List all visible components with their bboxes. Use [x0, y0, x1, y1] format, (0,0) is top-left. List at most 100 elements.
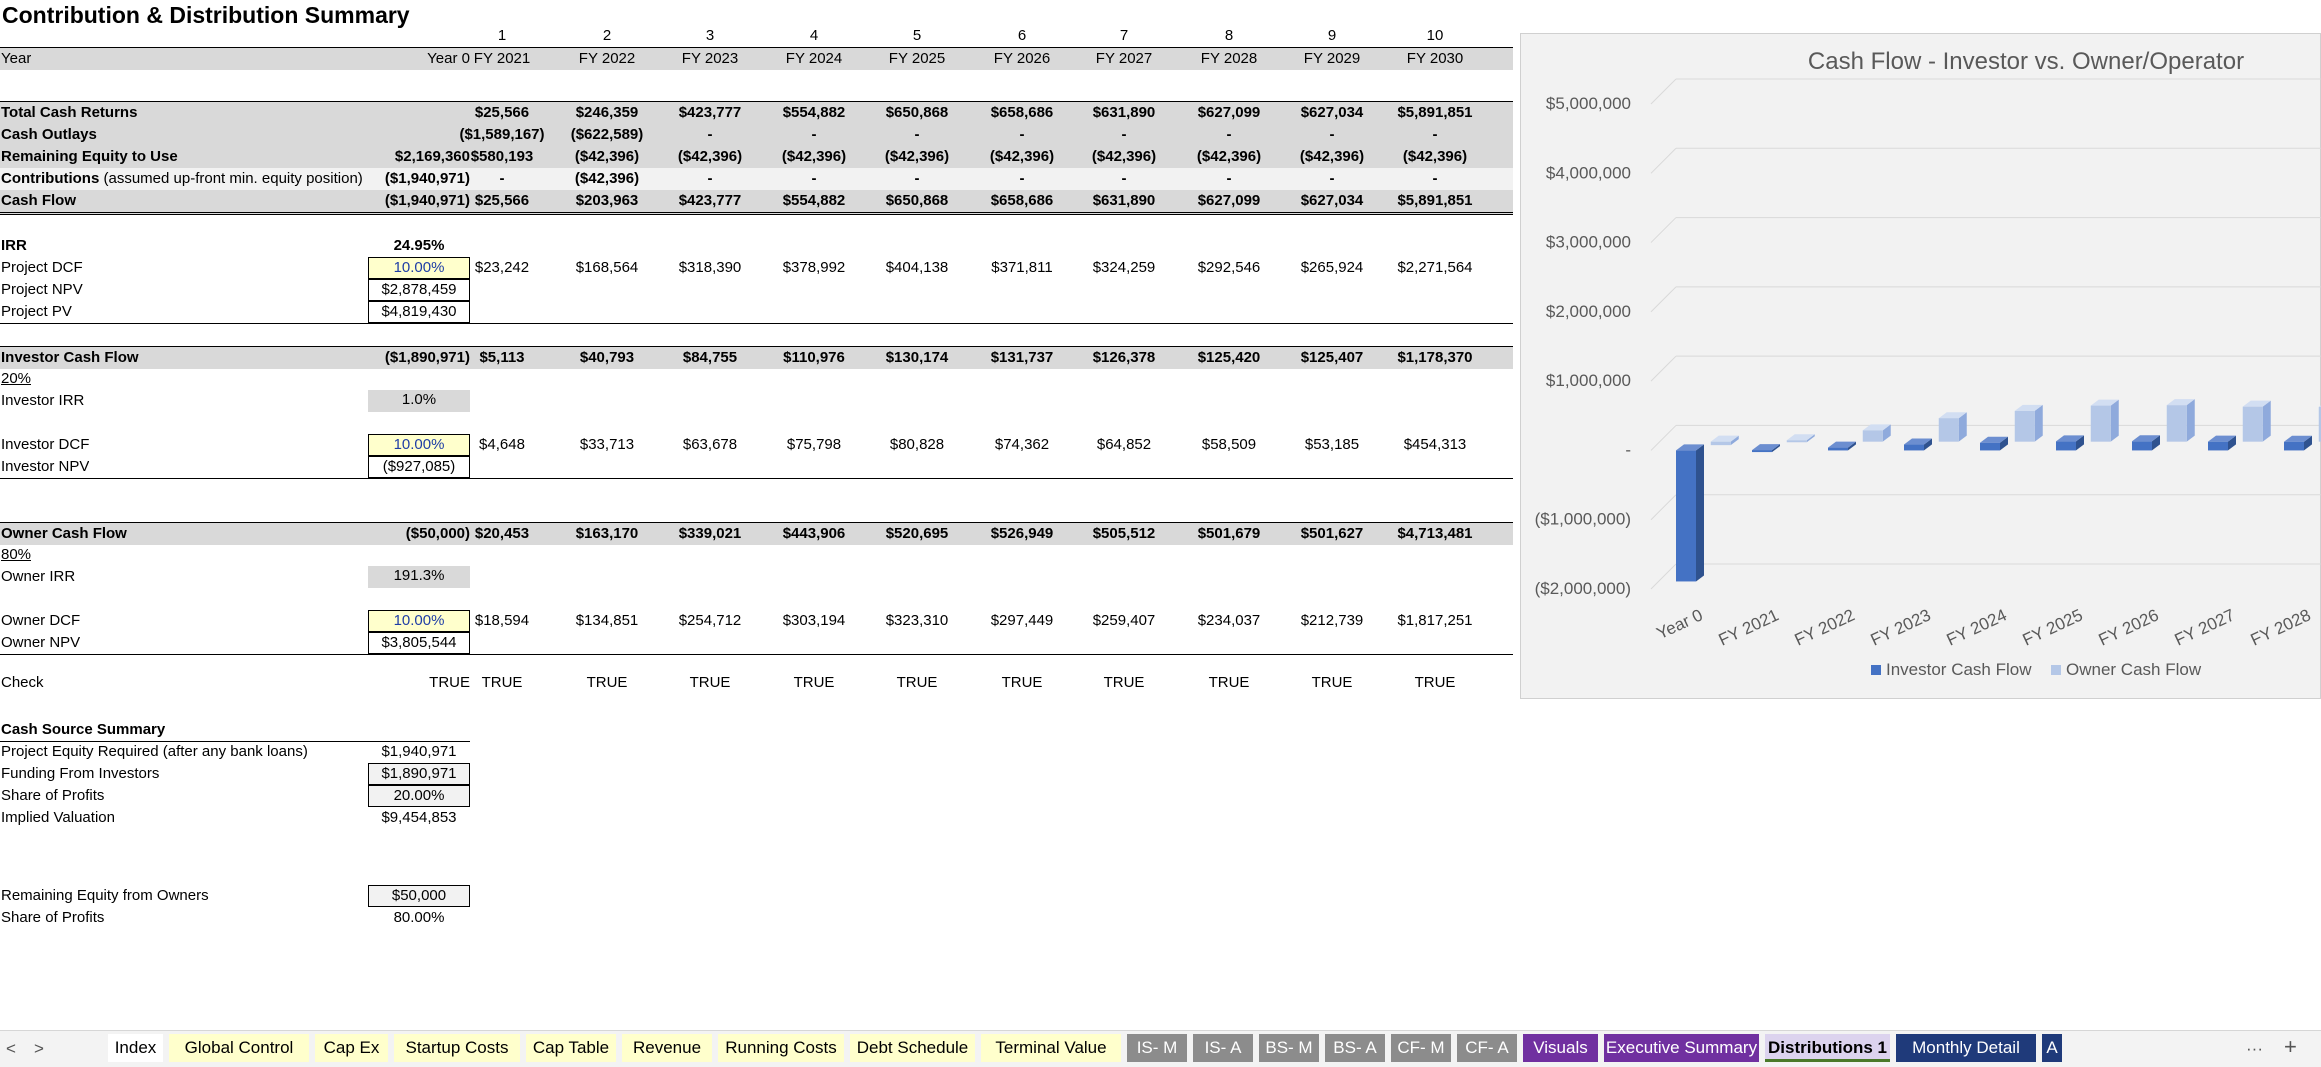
- check-cell[interactable]: TRUE: [1282, 672, 1382, 694]
- returns-cell[interactable]: -: [764, 124, 864, 146]
- check-cell[interactable]: TRUE: [867, 672, 967, 694]
- bar-investor[interactable]: [1828, 447, 1848, 451]
- investor-cash-flow-cell[interactable]: $131,737: [972, 347, 1072, 369]
- owner-dcf-cell[interactable]: $303,194: [764, 610, 864, 632]
- returns-cell[interactable]: ($42,396): [764, 146, 864, 168]
- investor-cash-flow-cell[interactable]: $125,407: [1282, 347, 1382, 369]
- sheet-tab-distributions-1[interactable]: Distributions 1: [1765, 1034, 1890, 1062]
- investor-cash-flow-cell[interactable]: $125,420: [1179, 347, 1279, 369]
- bar-owner[interactable]: [1938, 418, 1959, 442]
- investor-dcf-cell[interactable]: $75,798: [764, 434, 864, 456]
- check-cell[interactable]: TRUE: [972, 672, 1072, 694]
- tab-scroll-prev-button[interactable]: <: [6, 1039, 16, 1059]
- sheet-tab-revenue[interactable]: Revenue: [622, 1034, 712, 1062]
- bar-owner[interactable]: [2242, 406, 2263, 442]
- investor-cash-flow-cell[interactable]: $5,113: [452, 347, 552, 369]
- sheet-tab-cf-m[interactable]: CF- M: [1391, 1034, 1451, 1062]
- investor-dcf-cell[interactable]: $58,509: [1179, 434, 1279, 456]
- returns-cell[interactable]: -: [660, 168, 760, 190]
- project-dcf-cell[interactable]: $324,259: [1074, 257, 1174, 279]
- sheet-tab-is-m[interactable]: IS- M: [1127, 1034, 1187, 1062]
- returns-cell[interactable]: -: [764, 168, 864, 190]
- check-cell[interactable]: TRUE: [1074, 672, 1174, 694]
- sheet-tab-cap-table[interactable]: Cap Table: [526, 1034, 616, 1062]
- bar-investor[interactable]: [2284, 441, 2304, 451]
- year-cell[interactable]: FY 2022: [557, 48, 657, 70]
- year-cell[interactable]: FY 2023: [660, 48, 760, 70]
- returns-cell[interactable]: $554,882: [764, 102, 864, 124]
- project-dcf-cell[interactable]: $292,546: [1179, 257, 1279, 279]
- project-dcf-cell[interactable]: $318,390: [660, 257, 760, 279]
- bar-owner[interactable]: [1710, 441, 1731, 446]
- owner-dcf-cell[interactable]: $1,817,251: [1385, 610, 1485, 632]
- sheet-tab-bs-m[interactable]: BS- M: [1259, 1034, 1319, 1062]
- investor-dcf-cell[interactable]: $4,648: [452, 434, 552, 456]
- bar-owner[interactable]: [2014, 410, 2035, 442]
- owner-cash-flow-cell[interactable]: $520,695: [867, 523, 967, 545]
- investor-dcf-cell[interactable]: $53,185: [1282, 434, 1382, 456]
- returns-cell[interactable]: -: [1385, 124, 1485, 146]
- owner-cash-flow-cell[interactable]: $505,512: [1074, 523, 1174, 545]
- returns-cell[interactable]: -: [867, 124, 967, 146]
- cash-source-value[interactable]: $9,454,853: [368, 807, 470, 829]
- returns-cell[interactable]: $423,777: [660, 190, 760, 212]
- project-irr-value[interactable]: 24.95%: [368, 235, 470, 257]
- sheet-tab-debt-schedule[interactable]: Debt Schedule: [850, 1034, 975, 1062]
- investor-cash-flow-cell[interactable]: $84,755: [660, 347, 760, 369]
- returns-cell[interactable]: $631,890: [1074, 190, 1174, 212]
- owner-dcf-cell[interactable]: $18,594: [452, 610, 552, 632]
- owner-irr-value[interactable]: 191.3%: [368, 566, 470, 588]
- owner-cash-flow-cell[interactable]: $20,453: [452, 523, 552, 545]
- year-cell[interactable]: FY 2025: [867, 48, 967, 70]
- project-dcf-cell[interactable]: $265,924: [1282, 257, 1382, 279]
- returns-cell[interactable]: $423,777: [660, 102, 760, 124]
- sheet-tab-is-a[interactable]: IS- A: [1193, 1034, 1253, 1062]
- owner-cash-flow-cell[interactable]: $339,021: [660, 523, 760, 545]
- check-cell[interactable]: TRUE: [557, 672, 657, 694]
- add-sheet-button[interactable]: +: [2284, 1034, 2297, 1060]
- investor-dcf-cell[interactable]: $63,678: [660, 434, 760, 456]
- bar-investor[interactable]: [1676, 450, 1696, 582]
- owner-dcf-cell[interactable]: $212,739: [1282, 610, 1382, 632]
- returns-cell[interactable]: $627,099: [1179, 190, 1279, 212]
- investor-cash-flow-cell[interactable]: $126,378: [1074, 347, 1174, 369]
- bar-investor[interactable]: [1980, 442, 2000, 451]
- sheet-tab-cap-ex[interactable]: Cap Ex: [315, 1034, 388, 1062]
- bar-owner[interactable]: [2166, 405, 2187, 442]
- returns-cell[interactable]: $627,099: [1179, 102, 1279, 124]
- owner-dcf-cell[interactable]: $323,310: [867, 610, 967, 632]
- investor-dcf-cell[interactable]: $64,852: [1074, 434, 1174, 456]
- tab-scroll-next-button[interactable]: >: [34, 1039, 44, 1059]
- returns-cell[interactable]: -: [1074, 168, 1174, 190]
- year-cell[interactable]: FY 2030: [1385, 48, 1485, 70]
- returns-cell[interactable]: ($42,396): [557, 146, 657, 168]
- investor-dcf-cell[interactable]: $80,828: [867, 434, 967, 456]
- investor-cash-flow-cell[interactable]: $40,793: [557, 347, 657, 369]
- sheet-tab-cf-a[interactable]: CF- A: [1457, 1034, 1517, 1062]
- sheet-tab-monthly-detail[interactable]: Monthly Detail: [1896, 1034, 2036, 1062]
- investor-npv-value[interactable]: ($927,085): [368, 456, 470, 478]
- owner-dcf-cell[interactable]: $297,449: [972, 610, 1072, 632]
- bar-investor[interactable]: [1904, 444, 1924, 451]
- returns-cell[interactable]: ($42,396): [660, 146, 760, 168]
- legend-label[interactable]: Investor Cash Flow: [1886, 660, 2032, 679]
- check-cell[interactable]: TRUE: [1385, 672, 1485, 694]
- project-dcf-cell[interactable]: $168,564: [557, 257, 657, 279]
- year-cell[interactable]: FY 2021: [452, 48, 552, 70]
- returns-cell[interactable]: ($42,396): [1074, 146, 1174, 168]
- year-cell[interactable]: FY 2024: [764, 48, 864, 70]
- returns-cell[interactable]: $25,566: [452, 190, 552, 212]
- returns-cell[interactable]: ($42,396): [972, 146, 1072, 168]
- returns-cell[interactable]: ($42,396): [1179, 146, 1279, 168]
- returns-cell[interactable]: $650,868: [867, 102, 967, 124]
- bar-investor[interactable]: [2056, 441, 2076, 451]
- project-dcf-cell[interactable]: $371,811: [972, 257, 1072, 279]
- more-sheets-button[interactable]: ···: [2246, 1039, 2263, 1059]
- cash-source-value[interactable]: 20.00%: [368, 785, 470, 807]
- returns-cell[interactable]: $554,882: [764, 190, 864, 212]
- owner-cash-flow-cell[interactable]: $4,713,481: [1385, 523, 1485, 545]
- returns-cell[interactable]: -: [1179, 124, 1279, 146]
- returns-cell[interactable]: $25,566: [452, 102, 552, 124]
- returns-cell[interactable]: ($42,396): [867, 146, 967, 168]
- owner-dcf-cell[interactable]: $254,712: [660, 610, 760, 632]
